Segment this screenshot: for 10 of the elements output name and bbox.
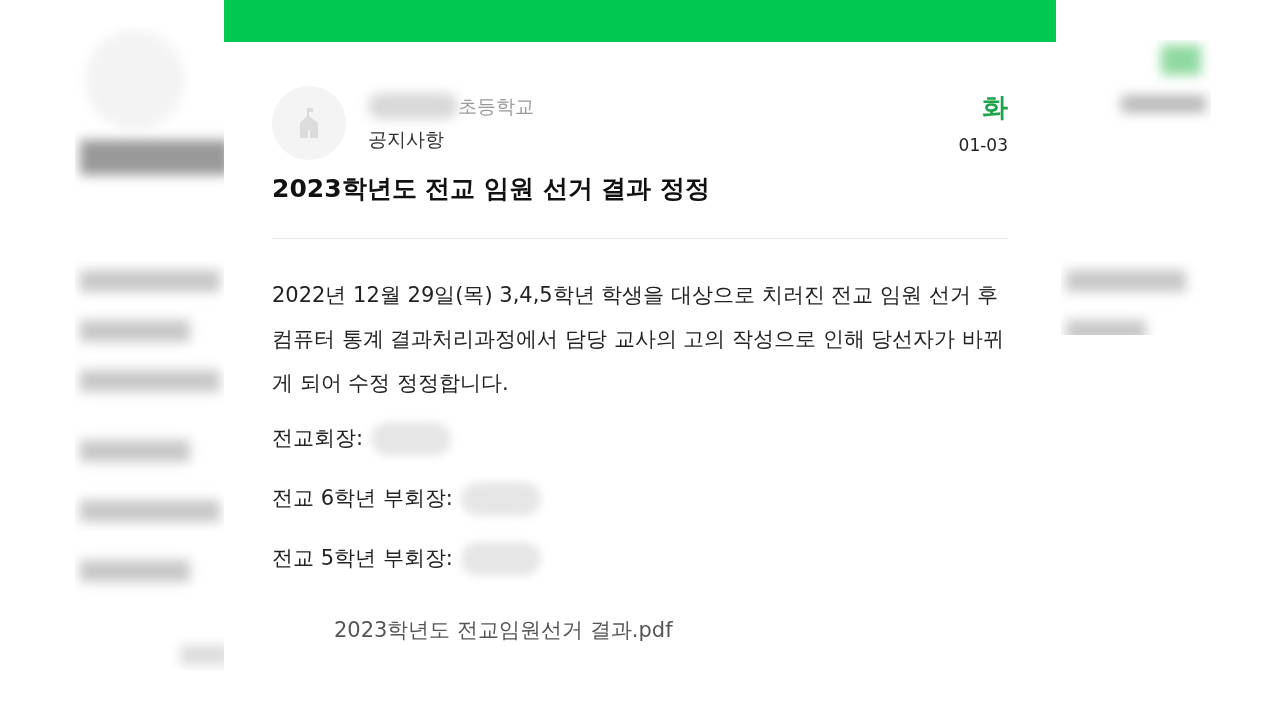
school-name: 초등학교 — [458, 94, 534, 119]
result-label: 전교회장: — [272, 424, 364, 452]
result-label: 전교 6학년 부회장: — [272, 484, 453, 512]
weekday: 화 — [982, 91, 1008, 124]
attachment-link[interactable]: 2023학년도 전교임원선거 결과.pdf — [334, 614, 1008, 646]
notice-title: 2023학년도 전교 임원 선거 결과 정정 — [272, 173, 712, 205]
notice-body: 2022년 12월 29일(목) 3,4,5학년 학생을 대상으로 치러진 전교 임원 선거 후 컴퓨터 통계 결과처리과정에서 담당 교사의 고의 작성으로 인해 당선자가 바뀌게 되어 수정 정정합니다. — [272, 281, 1006, 397]
date: 01-03 — [958, 134, 1008, 157]
board-name: 공지사항 — [368, 126, 445, 152]
result-label: 전교 5학년 부회장: — [272, 544, 453, 572]
